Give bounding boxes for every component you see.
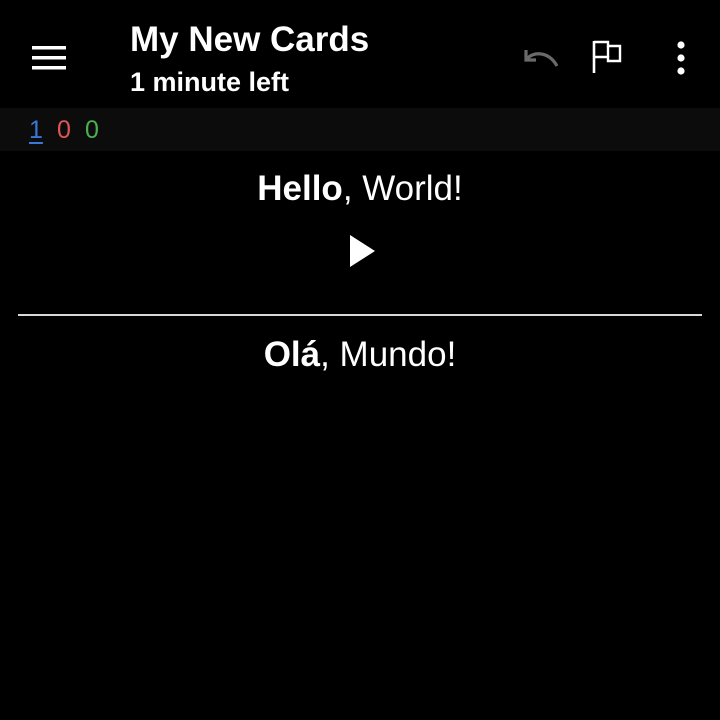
card-front: Hello, World! (0, 169, 720, 209)
review-count: 0 (85, 116, 99, 144)
flag-button[interactable] (580, 30, 634, 84)
new-count: 1 (29, 116, 43, 144)
reviewer-screen: My New Cards 1 minute left 1 0 0 Hello, … (0, 0, 720, 720)
overflow-menu-button[interactable] (656, 30, 706, 86)
learning-count: 0 (57, 116, 71, 144)
play-audio-button[interactable] (340, 229, 384, 273)
time-left-subtitle: 1 minute left (130, 67, 290, 97)
front-text: , World! (342, 169, 463, 208)
toolbar: My New Cards 1 minute left (0, 0, 720, 108)
back-text: , Mundo! (320, 335, 457, 374)
play-icon (350, 235, 375, 267)
navigation-menu-button[interactable] (18, 26, 82, 90)
flag-icon (592, 40, 622, 73)
undo-icon (524, 50, 559, 67)
card-content: Hello, World! Olá, Mundo! (0, 151, 720, 720)
answer-divider (18, 314, 702, 316)
front-bold-text: Hello (257, 169, 343, 208)
hamburger-menu-icon (32, 46, 66, 70)
back-bold-text: Olá (263, 335, 321, 374)
more-vert-icon (677, 41, 685, 75)
title-block: My New Cards 1 minute left (130, 18, 500, 102)
card-back: Olá, Mundo! (0, 335, 720, 375)
deck-title: My New Cards (130, 20, 370, 59)
undo-button[interactable] (510, 32, 570, 84)
card-counts-bar: 1 0 0 (0, 108, 720, 151)
